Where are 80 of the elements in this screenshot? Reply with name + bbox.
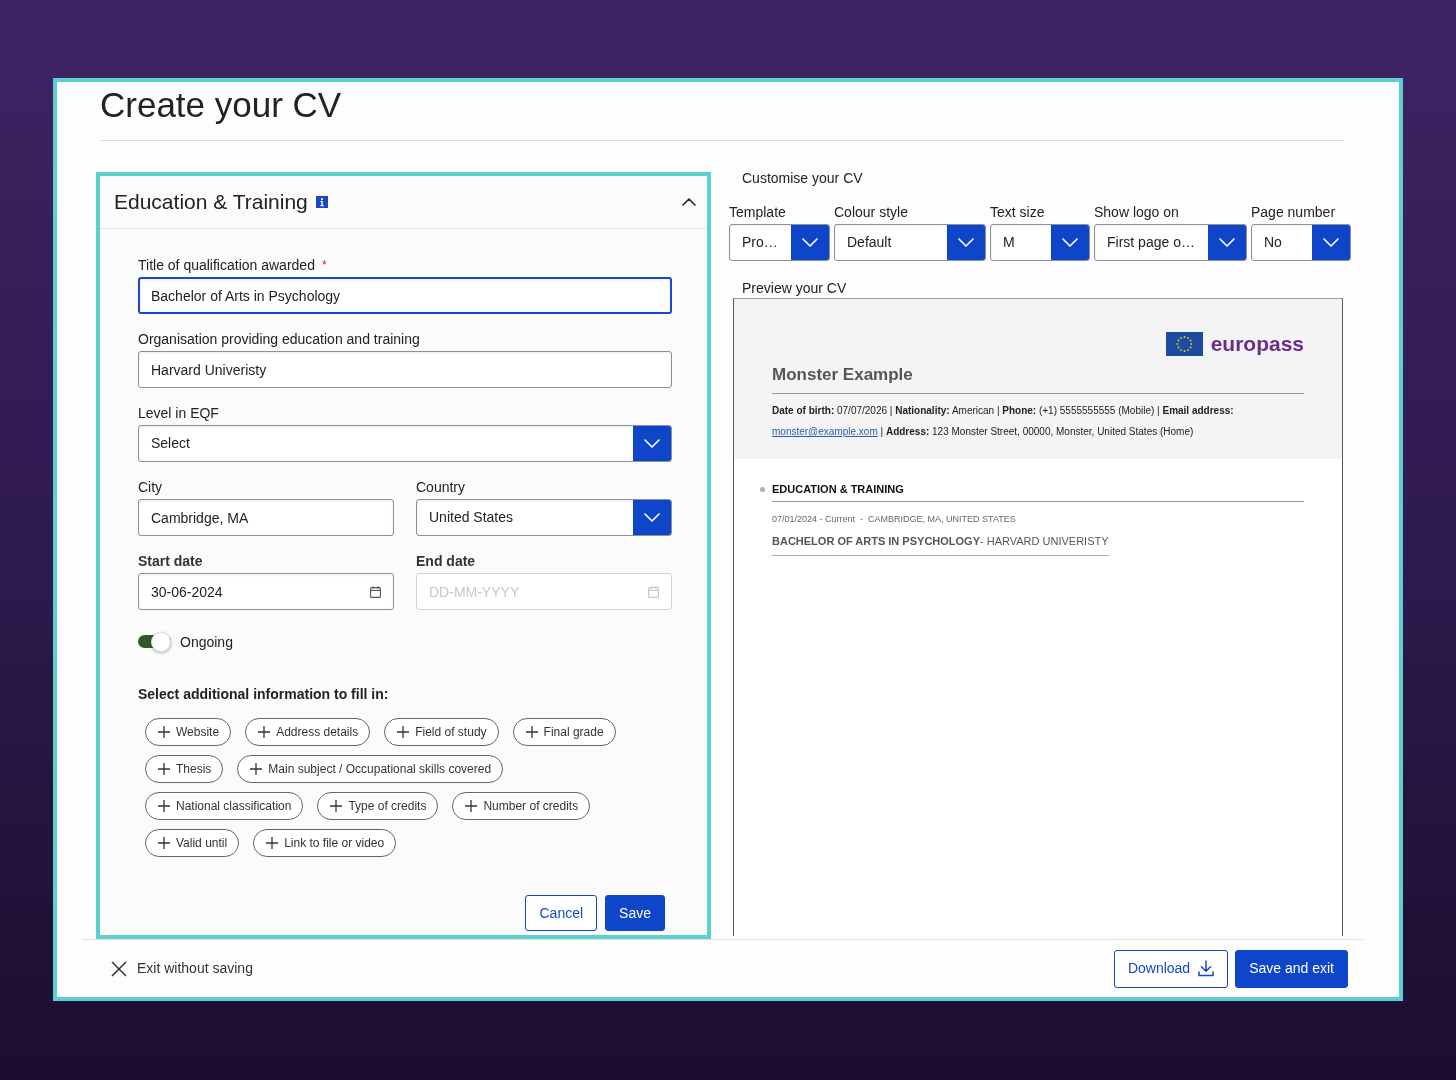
toggle-switch[interactable]	[138, 632, 172, 652]
chevron-up-icon[interactable]	[682, 198, 696, 206]
add-info-button[interactable]: Final grade	[512, 718, 616, 746]
dropdown[interactable]: No	[1251, 224, 1351, 261]
customise-heading: Customise your CV	[742, 170, 863, 187]
plus-icon	[330, 800, 343, 812]
plus-icon	[258, 726, 271, 738]
chevron-down-icon	[1208, 225, 1246, 260]
add-info-button[interactable]: Thesis	[145, 755, 224, 783]
save-and-exit-button[interactable]: Save and exit	[1235, 949, 1348, 988]
chevron-down-icon	[633, 426, 671, 461]
dropdown[interactable]: United States	[416, 499, 672, 536]
plus-icon	[465, 800, 478, 812]
download-icon	[1198, 960, 1215, 977]
plus-icon	[158, 763, 170, 775]
add-info-button[interactable]: Website	[145, 718, 232, 746]
dropdown[interactable]: Default	[834, 224, 986, 261]
date-field[interactable]: 30-06-2024	[138, 573, 394, 610]
section-title: Education & Training	[114, 189, 308, 215]
entry-meta: 07/01/2024 - Current - CAMBRIDGE, MA, UNITED STATES	[772, 513, 1016, 525]
dropdown[interactable]: Pro…	[729, 224, 830, 261]
option-label: Page number	[1251, 204, 1336, 221]
dropdown[interactable]: Select	[138, 425, 672, 462]
cv-section-title: EDUCATION & TRAINING	[772, 483, 904, 495]
chevron-down-icon	[1312, 225, 1350, 260]
plus-icon	[250, 763, 263, 775]
plus-icon	[525, 726, 538, 738]
cancel-button[interactable]: Cancel	[525, 895, 598, 931]
plus-icon	[397, 726, 410, 738]
dropdown[interactable]: First page o…	[1094, 224, 1247, 261]
info-icon	[315, 196, 328, 208]
plus-icon	[158, 726, 170, 738]
text-field[interactable]: Bachelor of Arts in Psychology	[138, 277, 672, 314]
chevron-down-icon	[633, 500, 671, 535]
text-field[interactable]: Cambridge, MA	[138, 499, 394, 536]
add-info-button[interactable]: Valid until	[145, 829, 240, 857]
toggle-label: Ongoing	[180, 632, 233, 652]
add-info-button[interactable]: National classification	[145, 792, 304, 820]
save-button[interactable]: Save	[605, 895, 665, 931]
calendar-icon	[370, 586, 381, 598]
option-label: Template	[729, 204, 786, 221]
email-link[interactable]: monster@example.xom	[772, 426, 878, 437]
field-label: Level in EQF	[138, 405, 219, 422]
option-label: Text size	[990, 204, 1045, 221]
field-label: End date	[416, 553, 476, 570]
option-label: Colour style	[834, 204, 908, 221]
download-button[interactable]: Download	[1113, 949, 1229, 988]
dropdown[interactable]: M	[990, 224, 1090, 261]
chevron-down-icon	[1051, 225, 1089, 260]
text-field[interactable]: Harvard Univeristy	[138, 351, 672, 388]
add-info-button[interactable]: Type of credits	[317, 792, 439, 820]
bullet-dot-icon	[760, 486, 765, 492]
preview-heading: Preview your CV	[742, 280, 847, 297]
field-label: Title of qualification awarded	[138, 257, 315, 274]
logo-text: europass	[1210, 332, 1304, 356]
add-info-button[interactable]: Main subject / Occupational skills covered	[237, 755, 504, 783]
add-info-button[interactable]: Number of credits	[452, 792, 591, 820]
plus-icon	[158, 837, 170, 849]
close-icon	[111, 960, 127, 977]
flag-icon	[1165, 332, 1203, 356]
chevron-down-icon	[947, 225, 985, 260]
plus-icon	[266, 837, 279, 849]
additional-info-heading: Select additional information to fill in:	[138, 686, 389, 703]
chevron-down-icon	[791, 225, 829, 260]
exit-button[interactable]: Exit without saving	[111, 958, 253, 979]
add-info-button[interactable]: Link to file or video	[253, 829, 397, 857]
option-label: Show logo on	[1094, 204, 1179, 221]
field-label: City	[138, 479, 163, 496]
field-label: Start date	[138, 553, 203, 570]
field-label: Organisation providing education and training	[138, 331, 420, 348]
add-info-button[interactable]: Field of study	[384, 718, 499, 746]
cv-name: Monster Example	[772, 365, 913, 384]
add-info-button[interactable]: Address details	[245, 718, 371, 746]
page-title: Create your CV	[100, 84, 342, 125]
entry-title: BACHELOR OF ARTS IN PSYCHOLOGY- HARVARD UNIVERISTY	[772, 535, 1109, 547]
required-mark: *	[321, 257, 327, 274]
calendar-icon	[648, 586, 659, 598]
plus-icon	[158, 800, 170, 812]
contact-details: Date of birth: 07/07/2026 | Nationality: American | Phone: (+1) 5555555555 (Mobile) | Email address: monster@example.xom | Address: 123 Monster Street, 00000, Monster, United States (Home)	[772, 404, 1235, 439]
field-label: Country	[416, 479, 466, 496]
